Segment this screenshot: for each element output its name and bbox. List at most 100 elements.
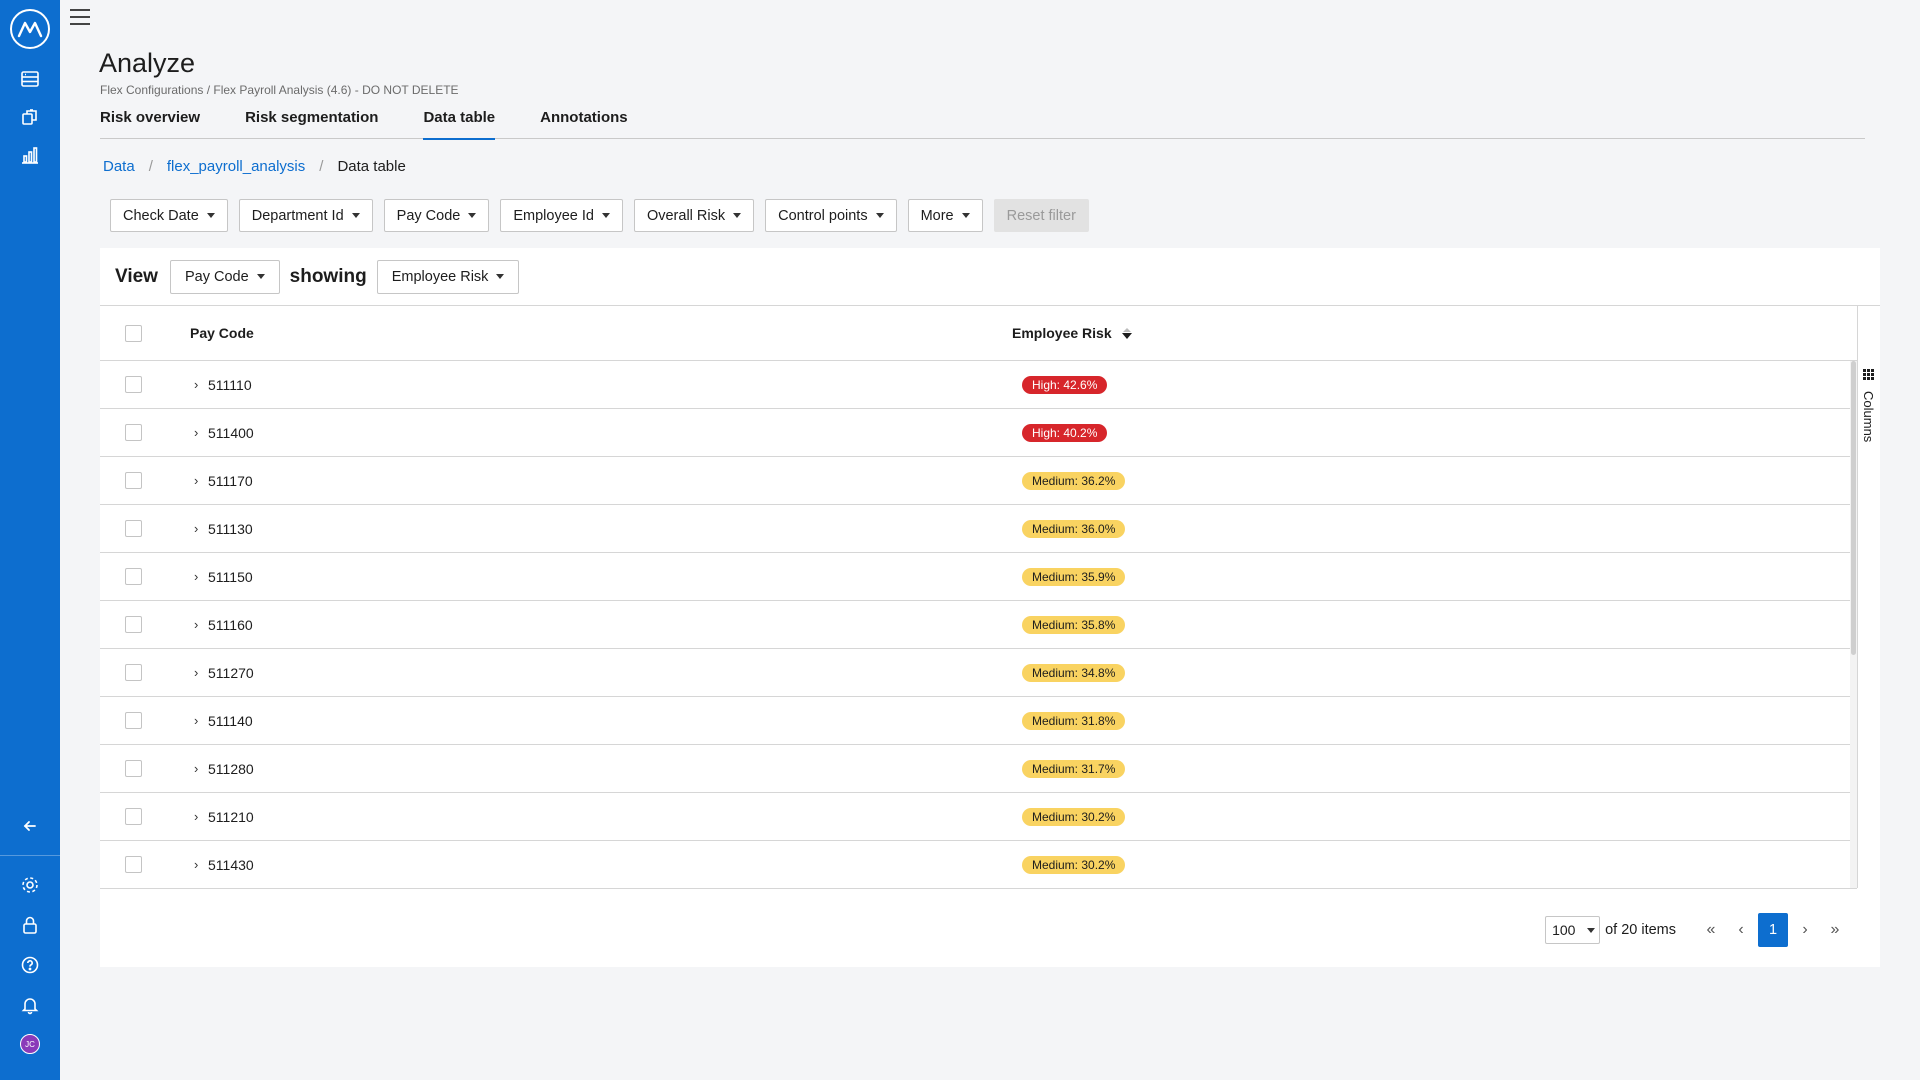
table-row[interactable]: › 511210 Medium: 30.2% (100, 793, 1850, 841)
expand-chevron-icon[interactable]: › (194, 665, 198, 680)
data-table-card: View Pay Code showing Employee Risk Pay … (100, 248, 1880, 967)
avatar-initials: JC (25, 1039, 35, 1049)
table-row[interactable]: › 511400 High: 40.2% (100, 409, 1850, 457)
user-avatar[interactable]: JC (20, 1034, 40, 1054)
expand-chevron-icon[interactable]: › (194, 569, 198, 584)
table-body: › 511110 High: 42.6% › 511400 High: 40.2% › 511… (100, 361, 1857, 888)
expand-chevron-icon[interactable]: › (194, 473, 198, 488)
filter-label: Pay Code (396, 207, 461, 224)
table-row[interactable]: › 511140 Medium: 31.8% (100, 697, 1850, 745)
expand-chevron-icon[interactable]: › (194, 425, 198, 440)
table-header-row: Pay Code Employee Risk (100, 306, 1857, 361)
filter-label: Control points (778, 207, 868, 224)
tab-risk-overview[interactable]: Risk overview (100, 106, 200, 139)
table-row[interactable]: › 511150 Medium: 35.9% (100, 553, 1850, 601)
view-measure-dropdown[interactable]: Employee Risk (376, 259, 520, 294)
breadcrumb-link-flex-payroll-analysis[interactable]: flex_payroll_analysis (167, 158, 305, 175)
caret-down-icon (733, 213, 742, 218)
previous-page-icon[interactable]: ‹ (1726, 921, 1756, 939)
expand-chevron-icon[interactable]: › (194, 521, 198, 536)
pay-code-cell: 511160 (208, 616, 253, 633)
pagination: 100 of 20 items « ‹ 1 › » (1545, 913, 1850, 947)
page-size-select[interactable]: 100 (1545, 916, 1601, 944)
expand-chevron-icon[interactable]: › (194, 617, 198, 632)
breadcrumb-separator: / (148, 158, 153, 175)
expand-chevron-icon[interactable]: › (194, 713, 198, 728)
tab-data-table[interactable]: Data table (423, 106, 495, 140)
showing-label: showing (289, 265, 367, 287)
row-checkbox[interactable] (125, 376, 142, 393)
collapse-arrow-icon[interactable] (18, 814, 42, 838)
table-scrollbar-thumb[interactable] (1851, 361, 1856, 655)
settings-gear-icon[interactable] (18, 873, 42, 897)
pay-code-cell: 511140 (208, 712, 253, 729)
risk-badge: Medium: 31.7% (1022, 759, 1126, 778)
filter-overall-risk-button[interactable]: Overall Risk (633, 199, 755, 232)
help-icon[interactable] (18, 953, 42, 977)
table-row[interactable]: › 511130 Medium: 36.0% (100, 505, 1850, 553)
column-header-employee-risk[interactable]: Employee Risk (1012, 325, 1132, 341)
view-dimension-dropdown[interactable]: Pay Code (169, 259, 280, 294)
menu-hamburger-icon[interactable] (70, 8, 90, 26)
expand-chevron-icon[interactable]: › (194, 377, 198, 392)
columns-side-panel[interactable]: Columns (1857, 306, 1880, 888)
filter-pay-code-button[interactable]: Pay Code (383, 199, 490, 232)
tab-annotations[interactable]: Annotations (540, 106, 628, 139)
lock-icon[interactable] (18, 913, 42, 937)
app-logo-icon[interactable] (10, 9, 50, 49)
last-page-icon[interactable]: » (1820, 921, 1850, 939)
filter-control-points-button[interactable]: Control points (765, 199, 897, 232)
row-checkbox[interactable] (125, 568, 142, 585)
risk-badge: Medium: 31.8% (1022, 711, 1126, 730)
expand-chevron-icon[interactable]: › (194, 809, 198, 824)
notifications-bell-icon[interactable] (18, 993, 42, 1017)
filter-employee-id-button[interactable]: Employee Id (500, 199, 623, 232)
reset-filter-button[interactable]: Reset filter (993, 199, 1089, 232)
filter-check-date-button[interactable]: Check Date (110, 199, 228, 232)
row-checkbox[interactable] (125, 472, 142, 489)
row-checkbox[interactable] (125, 856, 142, 873)
risk-badge: Medium: 34.8% (1022, 663, 1126, 682)
pay-code-cell: 511170 (208, 472, 253, 489)
filter-label: More (920, 207, 954, 224)
risk-badge: Medium: 36.0% (1022, 519, 1126, 538)
filter-department-id-button[interactable]: Department Id (238, 199, 373, 232)
row-checkbox[interactable] (125, 808, 142, 825)
caret-down-icon (601, 213, 610, 218)
filter-more-button[interactable]: More (907, 199, 983, 232)
select-all-checkbox[interactable] (125, 324, 142, 342)
table-row[interactable]: › 511430 Medium: 30.2% (100, 841, 1850, 888)
table-row[interactable]: › 511160 Medium: 35.8% (100, 601, 1850, 649)
row-checkbox[interactable] (125, 712, 142, 729)
page-title: Analyze (99, 48, 196, 78)
row-checkbox[interactable] (125, 616, 142, 633)
pay-code-cell: 511110 (208, 376, 252, 393)
caret-down-icon (496, 274, 505, 279)
sort-descending-icon[interactable] (1121, 327, 1132, 339)
next-page-icon[interactable]: › (1790, 921, 1820, 939)
row-checkbox[interactable] (125, 424, 142, 441)
current-page-button[interactable]: 1 (1758, 913, 1788, 947)
caret-down-icon (206, 213, 215, 218)
first-page-icon[interactable]: « (1696, 921, 1726, 939)
row-checkbox[interactable] (125, 664, 142, 681)
column-header-pay-code[interactable]: Pay Code (190, 325, 254, 341)
table-row[interactable]: › 511110 High: 42.6% (100, 361, 1850, 409)
table-row[interactable]: › 511170 Medium: 36.2% (100, 457, 1850, 505)
risk-badge: Medium: 36.2% (1022, 471, 1126, 490)
breadcrumb-link-data[interactable]: Data (103, 158, 135, 175)
tab-risk-segmentation[interactable]: Risk segmentation (245, 106, 378, 139)
expand-chevron-icon[interactable]: › (194, 857, 198, 872)
expand-chevron-icon[interactable]: › (194, 761, 198, 776)
data-icon[interactable] (18, 67, 42, 91)
table-row[interactable]: › 511270 Medium: 34.8% (100, 649, 1850, 697)
row-checkbox[interactable] (125, 520, 142, 537)
table-row[interactable]: › 511280 Medium: 31.7% (100, 745, 1850, 793)
analytics-icon[interactable] (18, 143, 42, 167)
view-dimension-value: Pay Code (184, 268, 249, 285)
configurations-icon[interactable] (18, 105, 42, 129)
row-checkbox[interactable] (125, 760, 142, 777)
chevron-down-icon (1587, 927, 1596, 933)
filter-label: Employee Id (513, 207, 594, 224)
pay-code-cell: 511400 (208, 424, 254, 441)
